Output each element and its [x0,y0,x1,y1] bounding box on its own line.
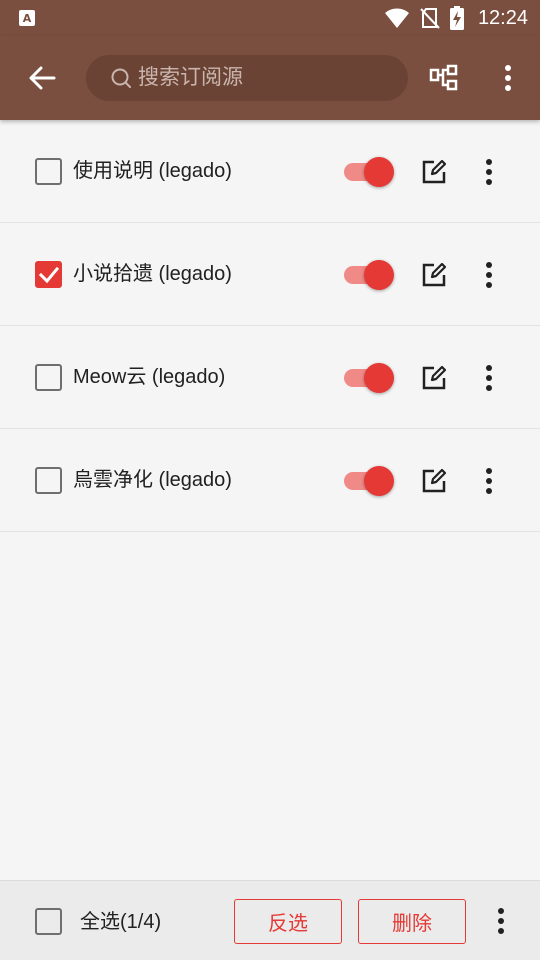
group-button[interactable] [424,58,464,98]
toolbar [0,36,540,120]
edit-button[interactable] [418,362,450,394]
bottom-action-bar: 全选(1/4) 反选 删除 [0,880,540,960]
enable-switch[interactable] [342,156,396,188]
invert-selection-button[interactable]: 反选 [234,899,342,944]
item-checkbox[interactable] [35,364,62,391]
edit-button[interactable] [418,259,450,291]
subscription-list: 使用说明 (legado) 小说拾遗 (legado) Meow云 (legad… [0,120,540,532]
back-button[interactable] [22,58,62,98]
edit-icon [422,262,447,287]
edit-button[interactable] [418,465,450,497]
arrow-back-icon [29,66,56,90]
more-vert-icon [486,365,492,391]
more-vert-icon [486,159,492,185]
item-more-button[interactable] [474,154,504,190]
more-vert-icon [505,65,511,91]
status-bar: A 12:24 [0,0,540,36]
battery-charging-icon [449,6,464,30]
select-all-checkbox[interactable] [35,908,62,935]
overflow-menu-button[interactable] [488,58,528,98]
item-name: 小说拾遗 (legado) [73,263,232,285]
enable-switch[interactable] [342,362,396,394]
switch-thumb [364,260,394,290]
more-vert-icon [498,908,504,934]
list-item[interactable]: Meow云 (legado) [0,326,540,429]
group-tree-icon [429,64,458,91]
check-icon [38,266,60,284]
more-vert-icon [486,468,492,494]
enable-switch[interactable] [342,465,396,497]
delete-button[interactable]: 删除 [358,899,466,944]
item-checkbox[interactable] [35,261,62,288]
item-name: 烏雲净化 (legado) [73,469,232,491]
list-item[interactable]: 烏雲净化 (legado) [0,429,540,532]
item-name: 使用说明 (legado) [73,160,232,182]
svg-text:A: A [23,12,32,25]
switch-thumb [364,466,394,496]
item-more-button[interactable] [474,257,504,293]
select-all-label: 全选(1/4) [80,911,162,933]
list-item[interactable]: 小说拾遗 (legado) [0,223,540,326]
item-checkbox[interactable] [35,467,62,494]
edit-icon [422,468,447,493]
app-notification-icon: A [19,10,35,26]
edit-icon [422,365,447,390]
item-name: Meow云 (legado) [73,366,226,388]
bottom-more-button[interactable] [486,903,516,939]
edit-icon [422,159,447,184]
switch-thumb [364,363,394,393]
search-box[interactable] [86,55,408,101]
list-item[interactable]: 使用说明 (legado) [0,120,540,223]
item-checkbox[interactable] [35,158,62,185]
wifi-icon [384,8,409,28]
item-more-button[interactable] [474,360,504,396]
switch-thumb [364,157,394,187]
enable-switch[interactable] [342,259,396,291]
more-vert-icon [486,262,492,288]
search-icon [111,68,131,88]
no-sim-icon [420,8,440,29]
edit-button[interactable] [418,156,450,188]
item-more-button[interactable] [474,463,504,499]
search-input[interactable] [138,66,388,90]
status-time: 12:24 [477,6,528,29]
